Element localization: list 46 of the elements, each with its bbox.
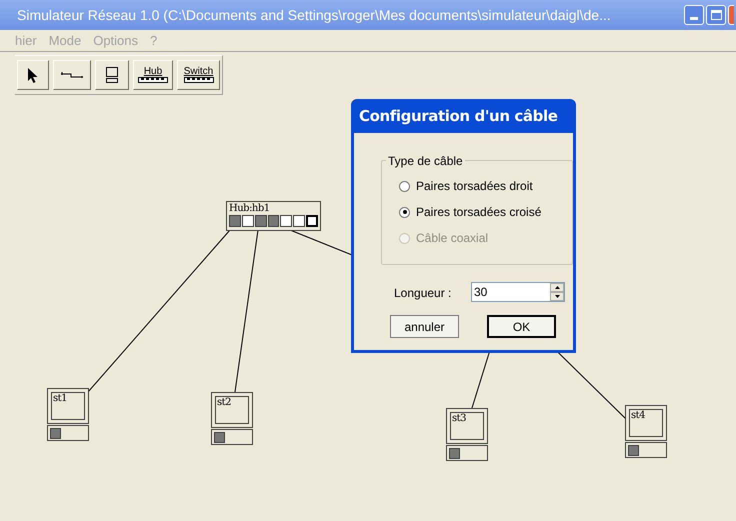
station-label: st2	[217, 397, 232, 409]
cable-line	[290, 230, 352, 256]
spin-up-button[interactable]	[550, 283, 564, 292]
radio-button[interactable]	[399, 180, 410, 192]
cancel-button[interactable]: annuler	[390, 315, 459, 338]
radio-label: Câble coaxial	[416, 230, 488, 247]
radio-label[interactable]: Paires torsadées droit	[416, 177, 533, 195]
close-button[interactable]	[728, 5, 734, 25]
up-arrow-icon	[554, 286, 560, 289]
hub-port[interactable]	[293, 215, 306, 227]
switch-tool-button[interactable]: Switch	[177, 60, 220, 90]
hub-label: Hub:hb1	[229, 202, 271, 215]
station-monitor[interactable]: st1	[47, 388, 89, 424]
cable-tool-button[interactable]	[53, 60, 91, 90]
computer-icon	[106, 67, 118, 83]
station-monitor[interactable]: st3	[446, 408, 488, 444]
down-arrow-icon	[554, 295, 560, 298]
hub-tool-button[interactable]: Hub	[133, 60, 173, 90]
hub-port[interactable]	[242, 215, 254, 227]
length-value: 30	[473, 284, 488, 301]
pointer-icon	[28, 68, 38, 82]
ports-icon	[184, 77, 214, 83]
hub-node[interactable]: Hub:hb1	[226, 201, 321, 231]
hub-port[interactable]	[280, 215, 292, 227]
spin-down-button[interactable]	[550, 292, 564, 301]
station-tool-button[interactable]	[95, 60, 129, 90]
length-spinner[interactable]: 30	[471, 282, 565, 302]
dialog-title: Configuration d'un câble	[359, 106, 558, 127]
pointer-tool-button[interactable]	[17, 60, 49, 90]
window-title: Simulateur Réseau 1.0 (C:\Documents and Settings\roger\Mes documents\simulateur\daigl\de...	[17, 6, 612, 25]
radio-button[interactable]	[399, 206, 410, 218]
ok-button[interactable]: OK	[487, 315, 556, 338]
cable-icon	[61, 71, 83, 79]
station-monitor[interactable]: st2	[211, 392, 253, 428]
radio-label[interactable]: Paires torsadées croisé	[416, 203, 542, 221]
minimize-button[interactable]	[684, 5, 704, 25]
maximize-button[interactable]	[706, 5, 726, 25]
hub-port[interactable]	[254, 215, 267, 227]
station-monitor[interactable]: st4	[625, 405, 667, 441]
station-label: st1	[53, 393, 68, 405]
ports-icon	[138, 77, 168, 83]
station-label: st3	[452, 413, 468, 425]
station-label: st4	[631, 410, 646, 422]
hub-port[interactable]	[306, 215, 318, 227]
length-label: Longueur :	[394, 285, 452, 302]
hub-port[interactable]	[268, 215, 280, 227]
